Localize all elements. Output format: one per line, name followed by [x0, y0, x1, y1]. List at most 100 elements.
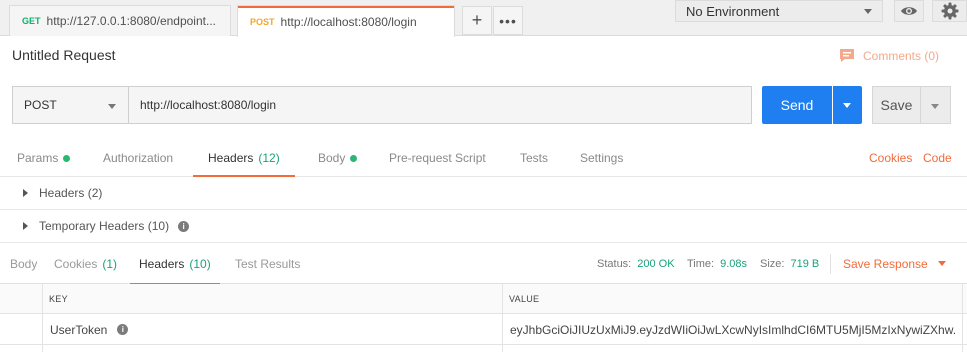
method-select[interactable]: POST	[12, 86, 128, 124]
request-tab-post[interactable]: POST http://localhost:8080/login	[237, 5, 455, 37]
save-button-label: Save	[880, 97, 913, 113]
tab-url-label: http://127.0.0.1:8080/endpoint...	[46, 14, 216, 28]
header-key: UserToken	[50, 322, 108, 337]
table-row[interactable]: UserToken i eyJhbGciOiJIUzUxMiJ9.eyJzdWI…	[0, 314, 967, 345]
request-tabs: Params Authorization Headers (12) Body Pr…	[0, 140, 967, 177]
chevron-down-icon	[864, 9, 872, 14]
method-select-value: POST	[24, 98, 57, 112]
response-tabs: Body Cookies (1) Headers (10) Test Results…	[0, 243, 967, 285]
tab-params[interactable]: Params	[17, 140, 71, 176]
plus-icon: +	[471, 10, 483, 30]
send-button[interactable]: Send	[762, 86, 832, 124]
info-icon[interactable]: i	[117, 324, 129, 335]
new-tab-button[interactable]: +	[462, 6, 492, 35]
tab-body[interactable]: Body	[318, 140, 358, 176]
environment-quick-look-button[interactable]	[894, 0, 924, 22]
caret-right-icon	[23, 222, 28, 230]
tab-count: (12)	[258, 151, 280, 165]
size-value: 719 B	[790, 257, 820, 270]
response-headers-table: KEY VALUE UserToken i eyJhbGciOiJIUzUxMi…	[0, 284, 967, 352]
time-value: 9.08s	[720, 257, 748, 270]
tab-tests[interactable]: Tests	[520, 140, 548, 176]
time-label: Time:	[687, 257, 715, 270]
send-button-label: Send	[780, 97, 814, 113]
tab-label: Body	[10, 256, 38, 271]
column-header-key: KEY	[49, 294, 68, 304]
status-value: 200 OK	[637, 257, 675, 270]
chevron-down-icon	[931, 104, 939, 109]
column-divider	[502, 284, 503, 352]
header-value: eyJhbGciOiJIUzUxMiJ9.eyJzdWIiOiJwLXcwNyI…	[510, 322, 955, 337]
save-options-button[interactable]	[921, 86, 951, 124]
column-divider	[962, 284, 963, 352]
request-tab-get[interactable]: GET http://127.0.0.1:8080/endpoint...	[9, 5, 231, 36]
tab-headers[interactable]: Headers (12)	[193, 140, 295, 177]
tab-authorization[interactable]: Authorization	[103, 140, 173, 176]
environment-select-value: No Environment	[686, 3, 780, 19]
response-tab-headers[interactable]: Headers (10)	[130, 243, 220, 285]
caret-right-icon	[23, 189, 28, 197]
temporary-headers-group[interactable]: Temporary Headers (10) i	[0, 210, 967, 243]
url-input-value: http://localhost:8080/login	[140, 98, 277, 112]
send-options-button[interactable]	[833, 86, 862, 124]
save-button[interactable]: Save	[872, 86, 921, 124]
tab-label: Pre-request Script	[389, 151, 486, 165]
indicator-dot-icon	[350, 154, 358, 162]
chevron-down-icon	[937, 261, 946, 266]
chevron-down-icon	[843, 103, 851, 108]
environment-select[interactable]: No Environment	[675, 0, 883, 22]
tab-method-label: GET	[22, 16, 41, 26]
url-input[interactable]: http://localhost:8080/login	[128, 86, 752, 124]
table-header: KEY VALUE	[0, 284, 967, 314]
response-tab-body[interactable]: Body	[10, 243, 37, 284]
tab-label: Tests	[520, 151, 549, 165]
tab-settings[interactable]: Settings	[580, 140, 623, 176]
divider	[830, 254, 831, 274]
gear-icon	[941, 2, 958, 20]
chevron-down-icon	[108, 104, 116, 109]
response-time: Time: 9.08s	[687, 243, 747, 284]
response-tab-test-results[interactable]: Test Results	[235, 243, 300, 284]
tab-label: Headers	[208, 151, 254, 165]
tab-label: Params	[17, 151, 59, 165]
tab-count: (10)	[189, 256, 211, 271]
headers-group[interactable]: Headers (2)	[0, 177, 967, 210]
tab-label: Cookies	[54, 256, 98, 271]
manage-environments-button[interactable]	[932, 0, 967, 22]
save-response-label: Save Response	[843, 256, 928, 271]
code-link[interactable]: Code	[923, 140, 952, 176]
comments-label: Comments (0)	[863, 48, 940, 63]
group-label: Temporary Headers	[39, 219, 145, 233]
tab-label: Settings	[580, 151, 624, 165]
tab-label: Headers	[139, 256, 185, 271]
indicator-dot-icon	[63, 154, 71, 162]
group-count: (10)	[147, 219, 170, 233]
save-response-button[interactable]: Save Response	[843, 243, 946, 284]
tab-pre-request-script[interactable]: Pre-request Script	[389, 140, 486, 176]
header-value-cell: eyJhbGciOiJIUzUxMiJ9.eyJzdWIiOiJwLXcwNyI…	[510, 314, 955, 345]
ellipsis-icon: •••	[499, 12, 517, 29]
tab-label: Test Results	[235, 256, 301, 271]
tab-url-label: http://localhost:8080/login	[280, 14, 417, 29]
response-tab-cookies[interactable]: Cookies (1)	[54, 243, 117, 284]
eye-icon	[901, 7, 917, 15]
comments-button[interactable]: Comments (0)	[839, 48, 939, 63]
tab-count: (1)	[102, 256, 118, 271]
more-tabs-button[interactable]: •••	[493, 6, 523, 35]
header-key-cell: UserToken i	[50, 314, 129, 345]
tab-label: Authorization	[103, 151, 174, 165]
response-status: Status: 200 OK	[597, 243, 675, 284]
size-label: Size:	[760, 257, 785, 270]
status-label: Status:	[597, 257, 632, 270]
tab-method-label: POST	[250, 16, 275, 27]
cookies-link[interactable]: Cookies	[869, 140, 912, 176]
info-icon[interactable]: i	[178, 220, 190, 232]
group-label: Headers	[39, 186, 85, 200]
column-divider	[42, 284, 43, 352]
group-count: (2)	[87, 186, 103, 200]
request-title[interactable]: Untitled Request	[12, 47, 116, 63]
column-header-value: VALUE	[509, 294, 540, 304]
comment-icon	[840, 49, 854, 62]
postman-window: GET http://127.0.0.1:8080/endpoint... PO…	[0, 0, 967, 352]
response-size: Size: 719 B	[760, 243, 819, 284]
